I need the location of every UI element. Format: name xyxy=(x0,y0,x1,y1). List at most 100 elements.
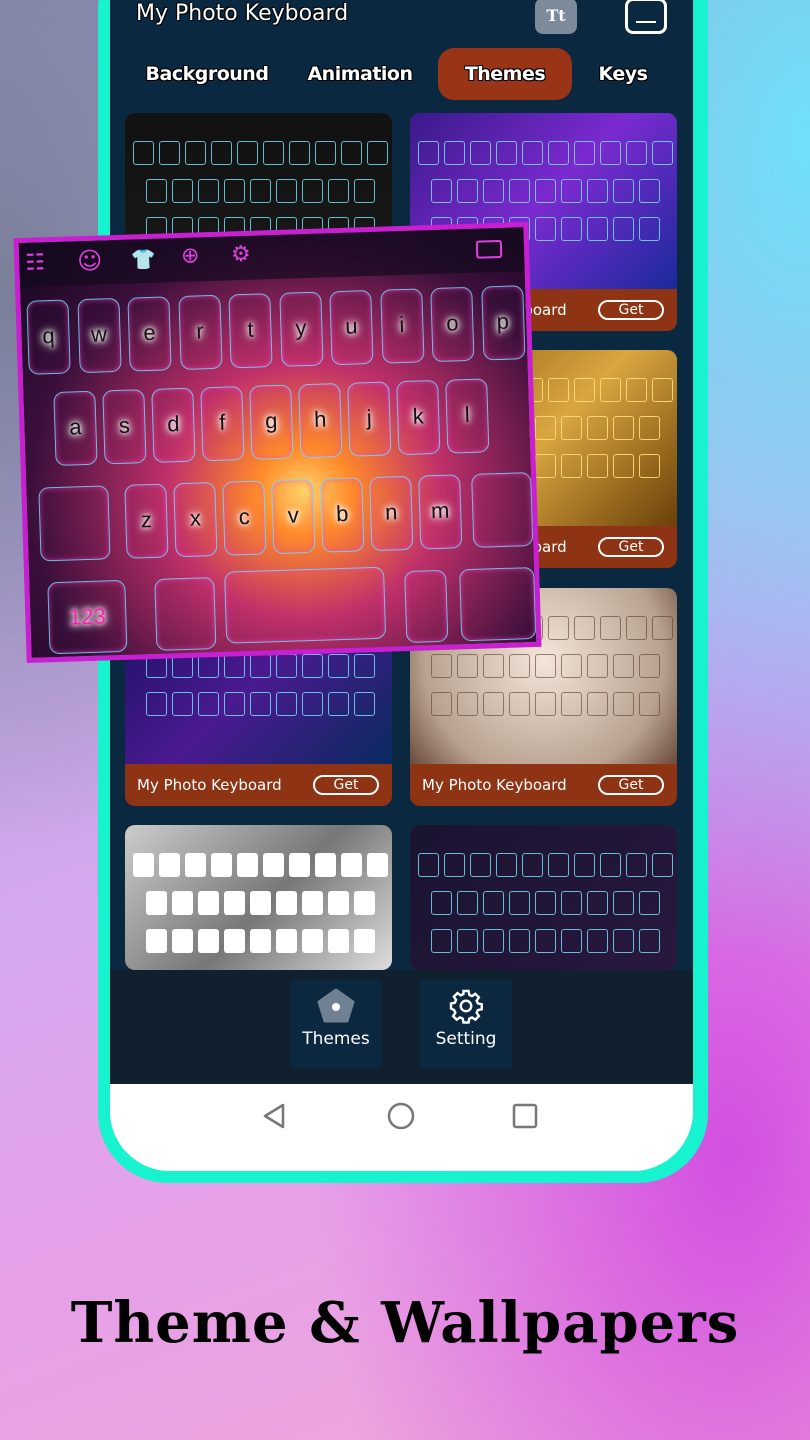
keyboard-key xyxy=(600,616,621,640)
tab-themes[interactable]: Themes xyxy=(438,48,572,100)
recents-icon[interactable] xyxy=(510,1101,540,1131)
keyboard-key xyxy=(224,929,245,953)
keyboard-key xyxy=(535,929,556,953)
keyboard-key xyxy=(341,141,362,165)
keyboard-key xyxy=(159,853,180,877)
keyboard-key xyxy=(587,416,608,440)
emoji-key xyxy=(154,577,217,651)
keyboard-key xyxy=(328,692,349,716)
shift-key xyxy=(38,485,111,562)
keyboard-key xyxy=(561,929,582,953)
keyboard-key xyxy=(263,853,284,877)
keyboard-key xyxy=(250,929,271,953)
keyboard-key xyxy=(639,929,660,953)
keyboard-key: e xyxy=(127,296,172,372)
keyboard-key xyxy=(509,179,530,203)
keyboard-key xyxy=(574,616,595,640)
keyboard-key xyxy=(652,616,673,640)
backspace-key xyxy=(471,472,534,548)
keyboard-key xyxy=(509,929,530,953)
key-label: z xyxy=(140,506,153,533)
tab-animation[interactable]: Animation xyxy=(302,48,418,100)
tab-background[interactable]: Background xyxy=(132,48,282,100)
keyboard-key xyxy=(639,692,660,716)
keyboard-key xyxy=(185,853,206,877)
key-label: y xyxy=(295,315,307,341)
keyboard-key xyxy=(600,378,621,402)
get-button[interactable]: Get xyxy=(598,775,664,795)
keyboard-key xyxy=(457,179,478,203)
keyboard-key xyxy=(302,654,323,678)
keyboard-key xyxy=(172,891,193,915)
keyboard-key: m xyxy=(418,474,463,550)
get-button[interactable]: Get xyxy=(598,537,664,557)
keyboard-key xyxy=(367,853,388,877)
keyboard-key xyxy=(237,141,258,165)
theme-preview-image xyxy=(410,825,677,970)
keyboard-key xyxy=(457,654,478,678)
key-label: p xyxy=(496,308,510,335)
keyboard-key: r xyxy=(177,294,223,371)
keyboard-key xyxy=(535,891,556,915)
get-button[interactable]: Get xyxy=(598,300,664,320)
keyboard-key xyxy=(172,929,193,953)
font-size-icon[interactable]: Tt xyxy=(535,0,577,34)
theme-preview-image xyxy=(125,825,392,970)
keyboard-key xyxy=(535,416,556,440)
get-button[interactable]: Get xyxy=(313,775,379,795)
nav-themes[interactable]: Themes xyxy=(290,980,382,1068)
keyboard-key xyxy=(652,141,673,165)
key-label: a xyxy=(68,414,82,440)
key-label: m xyxy=(430,497,450,524)
key-label: c xyxy=(238,503,251,530)
keyboard-key xyxy=(457,929,478,953)
key-label: w xyxy=(90,321,108,347)
keyboard-key xyxy=(613,692,634,716)
tab-bar: Background Animation Themes Keys xyxy=(110,48,693,100)
back-icon[interactable] xyxy=(260,1101,290,1131)
featured-theme-preview[interactable]: ☷ ☺ 👕 ⊕ ⚙ q w e r t y u i o p a s d f g h j k l z x c v b n m 123 xyxy=(13,222,542,663)
theme-card[interactable]: My Photo KeyboardGet xyxy=(410,825,677,970)
keyboard-key xyxy=(613,891,634,915)
keyboard-key xyxy=(237,853,258,877)
home-icon[interactable] xyxy=(386,1101,416,1131)
nav-setting[interactable]: Setting xyxy=(420,980,512,1068)
keyboard-key xyxy=(548,141,569,165)
key-label: x xyxy=(189,505,202,531)
keyboard-key xyxy=(146,692,167,716)
key-label: s xyxy=(118,412,131,438)
bottom-nav: Themes Setting xyxy=(110,970,693,1084)
shirt-icon: 👕 xyxy=(130,246,157,272)
keyboard-key xyxy=(626,616,647,640)
keyboard-key xyxy=(276,692,297,716)
keyboard-key: g xyxy=(249,384,294,460)
keyboard-key xyxy=(509,692,530,716)
keyboard-key xyxy=(198,654,219,678)
keyboard-key: u xyxy=(329,289,374,366)
keyboard-key xyxy=(652,378,673,402)
tab-keys[interactable]: Keys xyxy=(588,48,658,100)
keyboard-key xyxy=(574,378,595,402)
keyboard-key xyxy=(587,217,608,241)
keyboard-key xyxy=(185,141,206,165)
keyboard-key xyxy=(587,179,608,203)
keyboard-key xyxy=(302,891,323,915)
keyboard-key: a xyxy=(53,390,98,466)
keyboard-key xyxy=(418,853,439,877)
keyboard-key xyxy=(535,217,556,241)
keyboard-key xyxy=(224,891,245,915)
keyboard-key xyxy=(328,891,349,915)
theme-card[interactable]: My Photo KeyboardGet xyxy=(125,825,392,970)
keyboard-key xyxy=(587,454,608,478)
keyboard-key xyxy=(328,929,349,953)
keyboard-key xyxy=(535,692,556,716)
keyboard-key xyxy=(561,891,582,915)
keyboard-key xyxy=(561,217,582,241)
keyboard-key xyxy=(639,654,660,678)
gear-icon xyxy=(449,989,483,1024)
key-label: l xyxy=(464,401,471,428)
keyboard-hide-icon xyxy=(475,239,503,259)
keyboard-key: d xyxy=(151,387,196,463)
keyboard-frame-icon[interactable] xyxy=(625,0,667,34)
keyboard-key: k xyxy=(396,379,441,456)
